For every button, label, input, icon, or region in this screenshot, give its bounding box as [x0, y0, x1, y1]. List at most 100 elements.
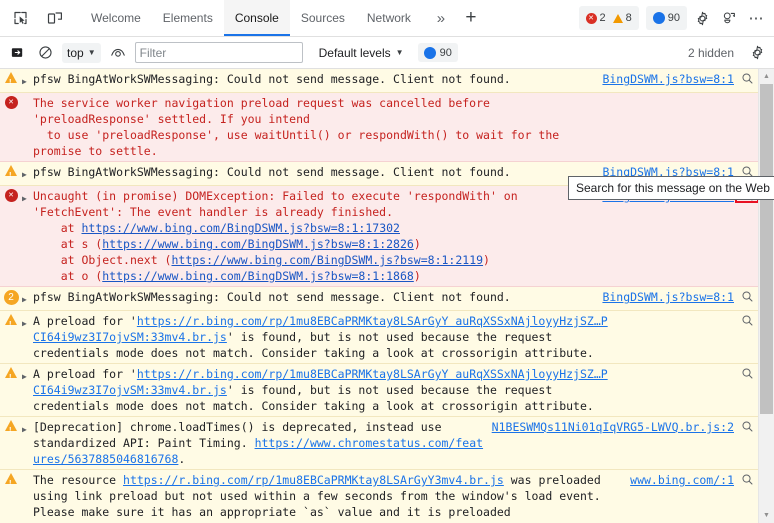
search-message-on-web-button[interactable] [736, 419, 758, 433]
scrollbar-thumb[interactable] [760, 84, 773, 414]
console-message-text: pfsw BingAtWorkSWMessaging: Could not se… [33, 165, 511, 179]
source-location-link[interactable]: BingDSWM.js?bsw=8:1 [602, 72, 734, 86]
console-message-row[interactable]: ▶A preload for 'https://r.bing.com/rp/1m… [0, 311, 758, 364]
clear-console-icon[interactable] [6, 42, 28, 64]
chevron-down-icon: ▼ [87, 48, 96, 57]
search-icon [741, 368, 752, 379]
filter-input[interactable] [134, 42, 303, 63]
message-link[interactable]: https://www.bing.com/BingDSWM.js?bsw=8:1… [102, 237, 414, 251]
row-indent [22, 472, 33, 475]
console-message-text: The resource https://r.bing.com/rp/1mu8E… [33, 473, 601, 523]
warning-count: 8 [625, 12, 632, 24]
more-options-glyph: ⋯ [748, 10, 764, 27]
console-message-row[interactable]: The resource https://r.bing.com/rp/1mu8E… [0, 470, 758, 523]
console-message-row[interactable]: ▶A preload for 'https://r.bing.com/rp/1m… [0, 364, 758, 417]
message-link[interactable]: https://www.bing.com/BingDSWM.js?bsw=8:1… [102, 269, 414, 283]
warning-icon [612, 13, 623, 23]
console-message-text: [Deprecation] chrome.loadTimes() is depr… [33, 420, 484, 466]
more-options-icon[interactable]: ⋯ [744, 6, 768, 30]
error-badge[interactable]: 2 [585, 12, 606, 24]
message-link[interactable]: https://www.bing.com/BingDSWM.js?bsw=8:1… [81, 221, 400, 235]
tab-welcome[interactable]: Welcome [80, 0, 152, 36]
search-message-on-web-button[interactable] [736, 71, 758, 85]
search-icon [741, 291, 752, 302]
console-message-area: ▶pfsw BingAtWorkSWMessaging: Could not s… [0, 69, 774, 523]
live-expression-icon[interactable] [107, 42, 129, 64]
message-source-link[interactable]: BingDSWM.js?bsw=8:1 [602, 289, 736, 305]
message-source-link[interactable]: www.bing.com/:1 [616, 472, 736, 488]
warning-icon [5, 420, 17, 438]
log-levels-selector[interactable]: Default levels ▼ [319, 46, 404, 60]
expand-arrow-icon[interactable]: ▶ [22, 289, 33, 308]
info-count-value: 90 [439, 46, 452, 59]
error-icon [4, 96, 18, 109]
message-source-link[interactable]: N1BESWMQs11Ni01qIqVRG5-LWVQ.br.js:2 [492, 419, 736, 435]
expand-arrow-icon[interactable]: ▶ [22, 164, 33, 183]
expand-arrow-icon[interactable]: ▶ [22, 188, 33, 207]
message-link[interactable]: https://www.bing.com/BingDSWM.js?bsw=8:1… [171, 253, 483, 267]
search-message-on-web-button[interactable] [736, 289, 758, 303]
repeat-count-badge: 2 [3, 290, 19, 305]
message-link[interactable]: https://r.bing.com/rp/1mu8EBCaPRMKtay8LS… [33, 367, 608, 397]
search-web-tooltip: Search for this message on the Web [568, 176, 774, 200]
execution-context-selector[interactable]: top ▼ [62, 42, 101, 63]
tab-label: Elements [162, 11, 213, 25]
expand-arrow-icon[interactable]: ▶ [22, 313, 33, 332]
info-icon [652, 12, 665, 24]
tab-label: Welcome [91, 11, 141, 25]
message-link[interactable]: https://r.bing.com/rp/1mu8EBCaPRMKtay8LS… [123, 473, 504, 487]
console-message-text: pfsw BingAtWorkSWMessaging: Could not se… [33, 72, 511, 86]
error-icon [4, 189, 18, 202]
issue-badges[interactable]: 2 8 [578, 6, 639, 30]
expand-arrow-icon[interactable]: ▶ [22, 366, 33, 385]
warning-badge[interactable]: 8 [612, 12, 632, 24]
console-message-row[interactable]: ▶[Deprecation] chrome.loadTimes() is dep… [0, 417, 758, 470]
tab-elements[interactable]: Elements [152, 0, 224, 36]
search-message-on-web-button[interactable] [736, 313, 758, 327]
search-message-on-web-button[interactable] [736, 472, 758, 486]
chevron-down-icon: ▼ [395, 48, 404, 57]
more-tabs-icon[interactable]: » [428, 0, 454, 36]
error-count: 2 [599, 12, 606, 24]
add-tab-button[interactable]: + [458, 0, 484, 36]
info-count-pill[interactable]: 90 [417, 43, 458, 62]
expand-arrow-icon[interactable]: ▶ [22, 71, 33, 90]
console-message-text: A preload for 'https://r.bing.com/rp/1mu… [33, 314, 608, 360]
scroll-down-arrow-icon[interactable]: ▼ [759, 508, 774, 523]
search-message-on-web-button[interactable] [736, 366, 758, 380]
more-tabs-label: » [436, 9, 446, 27]
console-message-row[interactable]: 2 ▶ pfsw BingAtWorkSWMessaging: Could not … [0, 287, 758, 311]
message-link[interactable]: https://www.chromestatus.com/features/56… [33, 436, 483, 466]
inspect-element-icon[interactable] [8, 5, 34, 31]
console-message-row[interactable]: ▶pfsw BingAtWorkSWMessaging: Could not s… [0, 69, 758, 93]
console-message-text: Uncaught (in promise) DOMException: Fail… [33, 189, 518, 283]
row-level-icon [0, 366, 22, 385]
tab-sources[interactable]: Sources [290, 0, 356, 36]
console-scrollbar[interactable]: ▲ ▼ [758, 69, 774, 523]
console-message-row[interactable]: ▶Uncaught (in promise) DOMException: Fai… [0, 186, 758, 287]
add-tab-label: + [465, 7, 477, 28]
console-settings-gear-icon[interactable] [746, 42, 768, 64]
scroll-up-arrow-icon[interactable]: ▲ [759, 69, 774, 84]
expand-arrow-icon[interactable]: ▶ [22, 419, 33, 438]
message-link[interactable]: https://r.bing.com/rp/1mu8EBCaPRMKtay8LS… [33, 314, 608, 344]
tab-network[interactable]: Network [356, 0, 422, 36]
filter-block-icon[interactable] [34, 42, 56, 64]
info-badge[interactable]: 90 [645, 6, 687, 30]
source-location-link[interactable]: BingDSWM.js?bsw=8:1 [602, 290, 734, 304]
levels-label: Default levels [318, 45, 391, 60]
settings-gear-icon[interactable] [690, 6, 714, 30]
info-count: 90 [667, 12, 680, 24]
source-location-link[interactable]: N1BESWMQs11Ni01qIqVRG5-LWVQ.br.js:2 [492, 420, 734, 434]
row-level-icon [0, 313, 22, 332]
source-location-link[interactable]: www.bing.com/:1 [630, 473, 734, 487]
device-toolbar-icon[interactable] [42, 5, 68, 31]
message-source-link[interactable]: BingDSWM.js?bsw=8:1 [602, 71, 736, 87]
tab-bar-left-icons [0, 0, 68, 36]
tab-console[interactable]: Console [223, 0, 290, 36]
scrollbar-track[interactable] [759, 84, 774, 508]
row-level-icon [0, 95, 22, 109]
console-message-row[interactable]: The service worker navigation preload re… [0, 93, 758, 162]
warning-icon [5, 72, 17, 90]
customize-devtools-icon[interactable] [717, 6, 741, 30]
